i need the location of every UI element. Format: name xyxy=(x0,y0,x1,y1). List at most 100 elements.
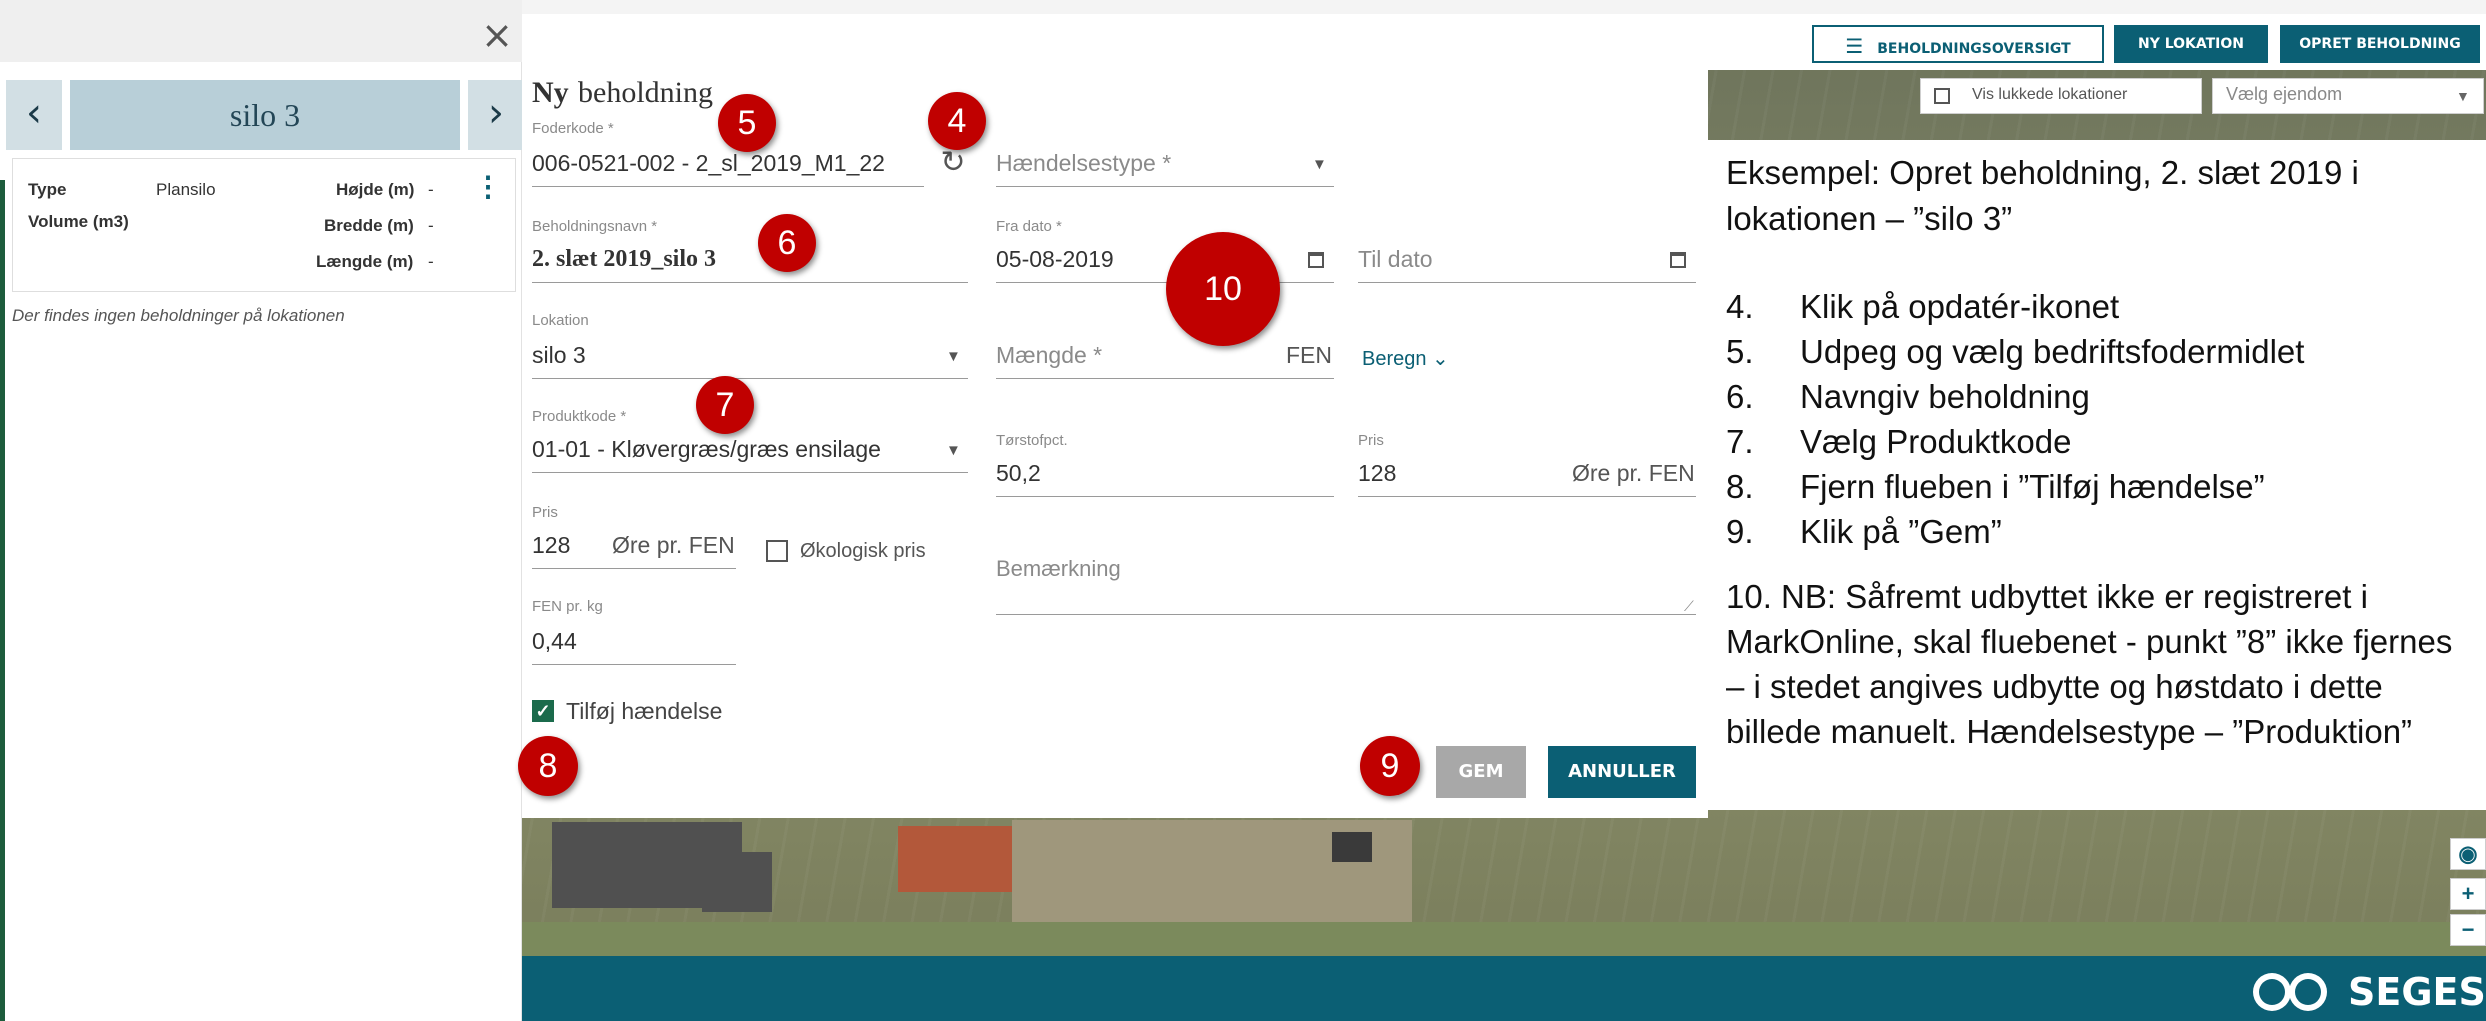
produktkode-label: Produktkode * xyxy=(532,408,627,425)
laengde-value: - xyxy=(428,252,434,271)
beholdningsnavn-underline xyxy=(532,282,968,283)
pris-left-field[interactable]: 128 xyxy=(532,532,570,559)
produktkode-select[interactable]: 01-01 - Kløvergræs/græs ensilage xyxy=(532,436,881,463)
step-number: 5. xyxy=(1726,333,1754,370)
next-location-button[interactable]: › xyxy=(468,80,524,150)
top-strip xyxy=(522,0,2486,14)
chevron-down-icon: ▼ xyxy=(1312,156,1327,173)
fra-dato-label: Fra dato * xyxy=(996,218,1062,235)
fen-pr-kg-field[interactable]: 0,44 xyxy=(532,628,577,655)
pris-left-label: Pris xyxy=(532,504,558,521)
haendelsestype-select[interactable]: Hændelsestype * xyxy=(996,150,1171,177)
foderkode-label: Foderkode * xyxy=(532,120,614,137)
foderkode-underline xyxy=(532,186,924,187)
step-number: 4. xyxy=(1726,288,1754,325)
previous-location-button[interactable]: ‹ xyxy=(6,80,62,150)
dialog-title-bold: Ny xyxy=(532,76,569,109)
callout-9: 9 xyxy=(1360,736,1420,796)
seges-logo-mark xyxy=(2246,970,2342,1014)
lokation-underline xyxy=(532,378,968,379)
beholdningsnavn-field[interactable]: 2. slæt 2019_silo 3 xyxy=(532,246,716,273)
refresh-icon[interactable]: ↻ xyxy=(938,148,968,178)
beholdningsoversigt-button[interactable]: ☰ BEHOLDNINGSOVERSIGT xyxy=(1812,25,2104,63)
gem-button[interactable]: GEM xyxy=(1436,746,1526,798)
fen-pr-kg-label: FEN pr. kg xyxy=(532,598,603,615)
callout-5: 5 xyxy=(718,94,776,152)
laengde-label: Længde (m) xyxy=(316,252,414,271)
instructions-intro: Eksempel: Opret beholdning, 2. slæt 2019… xyxy=(1726,154,2359,237)
haendelsestype-underline xyxy=(996,186,1334,187)
calendar-icon[interactable] xyxy=(1308,252,1324,268)
callout-7: 7 xyxy=(696,376,754,434)
bemaerkning-field[interactable]: Bemærkning xyxy=(996,556,1121,582)
beholdningsnavn-label: Beholdningsnavn * xyxy=(532,218,658,235)
seges-logo-text: SEGES xyxy=(2348,970,2486,1014)
hoejde-label: Højde (m) xyxy=(336,180,415,199)
step-text: Navngiv beholdning xyxy=(1800,378,2090,415)
callout-6: 6 xyxy=(758,214,816,272)
chevron-down-icon: ▼ xyxy=(946,442,961,459)
fra-dato-field[interactable]: 05-08-2019 xyxy=(996,246,1114,273)
bemaerkning-underline xyxy=(996,614,1696,615)
step-text: Fjern flueben i ”Tilføj hændelse” xyxy=(1800,468,2265,505)
close-icon[interactable]: × xyxy=(480,16,514,54)
maengde-field[interactable]: Mængde * xyxy=(996,342,1102,369)
step-text: Udpeg og vælg bedriftsfodermidlet xyxy=(1800,333,2305,370)
chevron-down-icon: ▼ xyxy=(2456,88,2470,104)
oekologisk-label: Økologisk pris xyxy=(800,540,926,562)
tilfoej-haendelse-label: Tilføj hændelse xyxy=(566,698,723,724)
calendar-icon[interactable] xyxy=(1670,252,1686,268)
pris-unit: Øre pr. FEN xyxy=(1572,460,1695,486)
eye-icon[interactable]: ◉ xyxy=(2450,838,2486,870)
pris-underline xyxy=(1358,496,1696,497)
zoom-out-button[interactable]: − xyxy=(2450,914,2486,946)
pris-field[interactable]: 128 xyxy=(1358,460,1396,487)
tilfoej-haendelse-checkbox[interactable]: ✓ xyxy=(532,700,554,722)
zoom-in-button[interactable]: + xyxy=(2450,878,2486,910)
ejendom-placeholder: Vælg ejendom xyxy=(2226,84,2343,104)
callout-8: 8 xyxy=(518,736,578,796)
beregn-button[interactable]: Beregn ⌄ xyxy=(1362,346,1449,371)
til-dato-field[interactable]: Til dato xyxy=(1358,246,1433,273)
vis-lukkede-label: Vis lukkede lokationer xyxy=(1972,86,2128,103)
list-icon: ☰ xyxy=(1845,34,1864,58)
ny-lokation-button[interactable]: NY LOKATION xyxy=(2114,25,2268,63)
fra-dato-underline xyxy=(996,282,1334,283)
callout-4: 4 xyxy=(928,92,986,150)
chevron-down-icon: ▼ xyxy=(946,348,961,365)
lokation-select[interactable]: silo 3 xyxy=(532,342,586,369)
maengde-unit: FEN xyxy=(1286,342,1332,368)
foderkode-field[interactable]: 006-0521-002 - 2_sl_2019_M1_22 xyxy=(532,150,885,177)
map-field-strip xyxy=(522,922,2486,956)
opret-beholdning-button[interactable]: OPRET BEHOLDNING xyxy=(2280,25,2480,63)
maengde-underline xyxy=(996,378,1334,379)
dialog-title: beholdning xyxy=(578,76,713,109)
oekologisk-checkbox[interactable] xyxy=(766,540,788,562)
location-title: silo 3 xyxy=(229,97,301,133)
map-object xyxy=(1332,832,1372,862)
vis-lukkede-checkbox[interactable] xyxy=(1934,88,1950,104)
callout-10: 10 xyxy=(1166,232,1280,346)
til-dato-underline xyxy=(1358,282,1696,283)
fen-pr-kg-underline xyxy=(532,664,736,665)
type-value: Plansilo xyxy=(156,180,216,199)
instructions-note: 10. NB: Såfremt udbyttet ikke er registr… xyxy=(1726,578,2453,750)
no-holdings-message: Der findes ingen beholdninger på lokatio… xyxy=(12,306,345,325)
map-building xyxy=(702,852,772,912)
type-label: Type xyxy=(28,180,67,199)
beholdningsoversigt-label: BEHOLDNINGSOVERSIGT xyxy=(1877,41,2071,57)
resize-handle-icon[interactable]: ⟋ xyxy=(1684,598,1694,615)
left-edge-strip xyxy=(0,180,5,1021)
step-number: 7. xyxy=(1726,423,1754,460)
toerstof-underline xyxy=(996,496,1334,497)
step-number: 6. xyxy=(1726,378,1754,415)
step-text: Klik på opdatér-ikonet xyxy=(1800,288,2120,325)
footer-bar xyxy=(522,956,2486,1021)
more-options-icon[interactable]: ⋮ xyxy=(474,172,502,204)
lokation-label: Lokation xyxy=(532,312,589,329)
annuller-button[interactable]: ANNULLER xyxy=(1548,746,1696,798)
toerstof-label: Tørstofpct. xyxy=(996,432,1068,449)
step-text: Vælg Produktkode xyxy=(1800,423,2072,460)
hoejde-value: - xyxy=(428,180,434,199)
toerstof-field[interactable]: 50,2 xyxy=(996,460,1041,487)
